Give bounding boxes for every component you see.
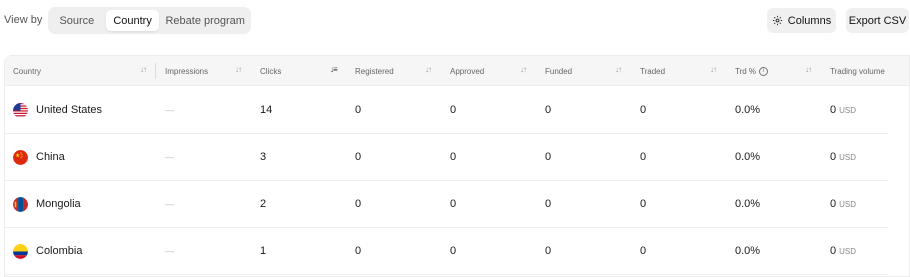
table-header: Country ↓↑ Impressions ↓↑ Clicks ↓≡ Regi… [5,56,909,86]
clicks-value: 1 [260,245,267,257]
registered-value: 0 [355,245,362,257]
col-header-registered[interactable]: Registered [355,56,394,86]
table-row[interactable]: United States — 14 0 0 0 0 0.0% 0 USD [5,87,888,134]
clicks-value: 14 [260,104,273,116]
col-header-funded[interactable]: Funded [545,56,572,86]
trading-volume-cell: 0 USD [830,87,856,133]
trading-volume-value: 0 [830,245,837,257]
country-name: Colombia [36,245,83,257]
trd-pct-value: 0.0% [735,151,761,163]
traded-value: 0 [640,151,647,163]
currency-unit: USD [839,152,857,162]
table-row[interactable]: Colombia — 1 0 0 0 0 0.0% 0 USD [5,228,888,275]
sort-arrows-icon[interactable]: ↓↑ [615,65,622,74]
country-cell: Mongolia [13,181,81,227]
trading-volume-cell: 0 USD [830,181,856,227]
sort-arrows-icon[interactable]: ↓↑ [805,65,812,74]
approved-value: 0 [450,104,457,116]
col-header-trd-pct[interactable]: Trd % i [735,56,769,86]
view-by-segmented-control: Source Country Rebate program [48,7,251,34]
colombia-flag-icon [13,243,28,259]
col-header-impressions[interactable]: Impressions [165,56,208,86]
clicks-value: 3 [260,151,267,163]
segment-rebate-program[interactable]: Rebate program [162,10,248,31]
traded-value: 0 [640,245,647,257]
country-cell: China [13,134,65,180]
segment-country[interactable]: Country [105,10,160,31]
table-row[interactable]: Mongolia — 2 0 0 0 0 0.0% 0 USD [5,181,888,228]
traded-value: 0 [640,104,647,116]
approved-value: 0 [450,151,457,163]
impressions-value: — [165,152,174,162]
sort-desc-icon[interactable]: ↓≡ [330,65,338,74]
col-header-clicks[interactable]: Clicks [260,56,281,86]
clicks-value: 2 [260,198,267,210]
registered-value: 0 [355,151,362,163]
funded-value: 0 [545,104,552,116]
columns-button[interactable]: Columns [767,8,836,33]
mongolia-flag-icon [13,196,28,212]
col-header-traded[interactable]: Traded [640,56,665,86]
country-name: United States [36,104,103,116]
country-name: China [36,151,65,163]
approved-value: 0 [450,245,457,257]
column-divider [155,63,156,79]
trading-volume-cell: 0 USD [830,134,856,180]
china-flag-icon [13,149,28,165]
trd-pct-value: 0.0% [735,104,761,116]
us-flag-icon [13,102,28,118]
country-name: Mongolia [36,198,81,210]
trading-volume-value: 0 [830,104,837,116]
country-cell: United States [13,87,102,133]
impressions-value: — [165,105,174,115]
sort-arrows-icon[interactable]: ↓↑ [710,65,717,74]
trd-pct-value: 0.0% [735,198,761,210]
columns-button-label: Columns [787,14,832,27]
trading-volume-value: 0 [830,198,837,210]
sort-arrows-icon[interactable]: ↓↑ [235,65,242,74]
registered-value: 0 [355,104,362,116]
currency-unit: USD [839,199,857,209]
col-header-approved[interactable]: Approved [450,56,484,86]
trading-volume-cell: 0 USD [830,228,856,274]
trading-volume-value: 0 [830,151,837,163]
country-cell: Colombia [13,228,82,274]
info-icon[interactable]: i [759,66,769,76]
toolbar: View by Source Country Rebate program Co… [0,0,910,44]
funded-value: 0 [545,198,552,210]
sort-arrows-icon[interactable]: ↓↑ [520,65,527,74]
impressions-value: — [165,199,174,209]
currency-unit: USD [839,105,857,115]
sort-arrows-icon[interactable]: ↓↑ [140,65,147,74]
approved-value: 0 [450,198,457,210]
col-header-trading-volume[interactable]: Trading volume [830,56,885,86]
sort-arrows-icon[interactable]: ↓↑ [425,65,432,74]
col-header-country[interactable]: Country [13,56,41,86]
export-csv-button[interactable]: Export CSV [846,8,909,33]
funded-value: 0 [545,151,552,163]
registered-value: 0 [355,198,362,210]
currency-unit: USD [839,246,857,256]
data-table: Country ↓↑ Impressions ↓↑ Clicks ↓≡ Regi… [4,55,910,277]
trd-pct-value: 0.0% [735,245,761,257]
impressions-value: — [165,246,174,256]
gear-icon [772,15,782,26]
funded-value: 0 [545,245,552,257]
traded-value: 0 [640,198,647,210]
view-by-label: View by [4,14,43,26]
export-csv-label: Export CSV [848,14,907,27]
table-row[interactable]: China — 3 0 0 0 0 0.0% 0 USD [5,134,888,181]
segment-source[interactable]: Source [51,10,103,31]
